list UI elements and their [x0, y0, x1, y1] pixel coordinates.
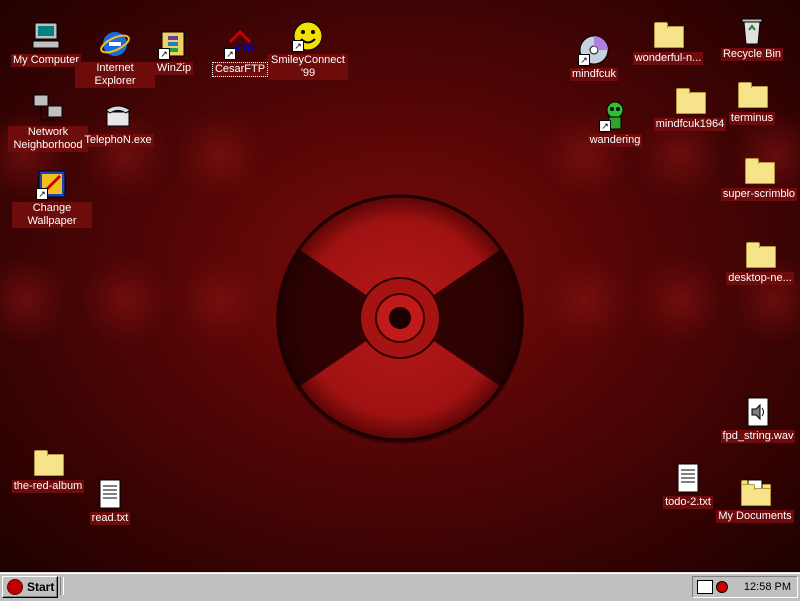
start-label: Start	[27, 580, 55, 594]
desktop-icon-smileyconnect[interactable]: ↗ SmileyConnect '99	[268, 20, 348, 80]
smiley-face-icon: ↗	[292, 20, 324, 52]
desktop-icon-super-scrimblo[interactable]: super-scrimblo	[719, 154, 799, 201]
icon-label: Recycle Bin	[720, 48, 784, 61]
desktop-icon-network-neighborhood[interactable]: Network Neighborhood	[8, 92, 88, 152]
telephone-icon	[102, 100, 134, 132]
desktop-icon-wonderful[interactable]: wonderful-n...	[628, 18, 708, 65]
sound-file-icon	[742, 396, 774, 428]
icon-label: SmileyConnect '99	[268, 54, 348, 80]
taskbar-separator	[60, 577, 64, 595]
shortcut-arrow-icon: ↗	[599, 120, 611, 132]
desktop-icon-telephon[interactable]: TelephoN.exe	[78, 100, 158, 147]
desktop-icon-mindfcuk[interactable]: ↗ mindfcuk	[554, 34, 634, 81]
icon-label: desktop-ne...	[726, 272, 794, 285]
icon-label: mindfcuk	[569, 68, 619, 81]
alien-icon: ↗	[599, 100, 631, 132]
clock[interactable]: 12:58 PM	[744, 581, 791, 593]
icon-label: terminus	[728, 112, 776, 125]
wallpaper-pattern	[175, 255, 265, 345]
icon-label: My Computer	[10, 54, 82, 67]
text-file-icon	[94, 478, 126, 510]
text-file-icon	[672, 462, 704, 494]
winzip-icon: ↗	[158, 28, 190, 60]
start-button[interactable]: Start	[2, 576, 58, 598]
shortcut-arrow-icon: ↗	[158, 48, 170, 60]
icon-label: CesarFTP	[211, 62, 269, 77]
desktop-icon-terminus[interactable]: terminus	[712, 78, 792, 125]
taskbar: Start 12:58 PM	[0, 572, 800, 601]
icon-label: wandering	[587, 134, 643, 147]
cesarftp-icon: FTP ↗	[224, 28, 256, 60]
svg-text:FTP: FTP	[234, 43, 255, 55]
wallpaper-pattern	[175, 110, 265, 200]
wallpaper-pattern	[0, 255, 70, 345]
icon-label: wonderful-n...	[632, 52, 704, 65]
recycle-bin-icon	[736, 14, 768, 46]
wallpaper-program-icon: ↗	[36, 168, 68, 200]
icon-label: TelephoN.exe	[82, 134, 154, 147]
desktop-icon-desktop-ne[interactable]: desktop-ne...	[720, 238, 800, 285]
cd-wallpaper-image	[270, 190, 530, 450]
system-tray: 12:58 PM	[692, 576, 798, 598]
icon-label: todo-2.txt	[663, 496, 713, 509]
shortcut-arrow-icon: ↗	[36, 188, 48, 200]
internet-explorer-icon	[99, 28, 131, 60]
wallpaper-pattern	[540, 255, 630, 345]
folder-icon	[652, 18, 684, 50]
desktop-icon-my-computer[interactable]: My Computer	[6, 20, 86, 67]
desktop-icon-change-wallpaper[interactable]: ↗ Change Wallpaper	[12, 168, 92, 228]
icon-label: My Documents	[716, 510, 794, 523]
shortcut-arrow-icon: ↗	[224, 48, 236, 60]
network-icon	[32, 92, 64, 124]
desktop-icon-recycle-bin[interactable]: Recycle Bin	[712, 14, 792, 61]
desktop-icon-wandering[interactable]: ↗ wandering	[575, 100, 655, 147]
icon-label: Network Neighborhood	[8, 126, 88, 152]
icon-label: WinZip	[154, 62, 194, 75]
shortcut-arrow-icon: ↗	[292, 40, 304, 52]
wallpaper-pattern	[80, 255, 170, 345]
folder-icon	[744, 238, 776, 270]
icon-label: read.txt	[89, 512, 131, 525]
documents-folder-icon	[739, 476, 771, 508]
icon-label: fpd_string.wav	[720, 430, 796, 443]
start-logo-icon	[7, 579, 23, 595]
desktop-icon-my-documents[interactable]: My Documents	[715, 476, 795, 523]
desktop[interactable]: My Computer Internet Explorer ↗ WinZip F…	[0, 0, 800, 572]
folder-icon	[736, 78, 768, 110]
folder-icon	[743, 154, 775, 186]
wallpaper-pattern	[635, 255, 725, 345]
cd-icon: ↗	[578, 34, 610, 66]
icon-label: super-scrimblo	[720, 188, 798, 201]
computer-icon	[30, 20, 62, 52]
desktop-icon-read-txt[interactable]: read.txt	[70, 478, 150, 525]
desktop-icon-fpd-string[interactable]: fpd_string.wav	[718, 396, 798, 443]
folder-icon	[32, 446, 64, 478]
shortcut-arrow-icon: ↗	[578, 54, 590, 66]
tray-modem-icon[interactable]	[716, 581, 728, 593]
icon-label: Change Wallpaper	[12, 202, 92, 228]
folder-icon	[674, 84, 706, 116]
tray-scheduler-icon[interactable]	[697, 580, 713, 594]
